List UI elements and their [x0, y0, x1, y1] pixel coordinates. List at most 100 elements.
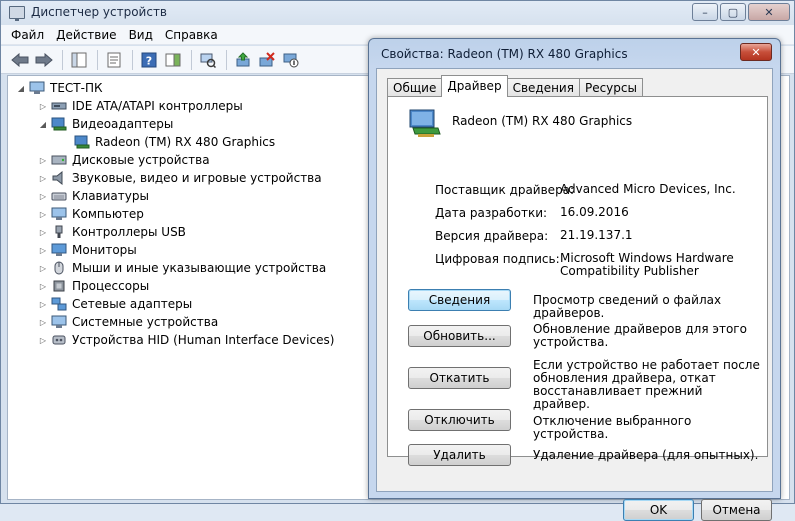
expand-arrow-icon[interactable]: ▷: [38, 228, 48, 237]
network-icon: [51, 297, 67, 311]
computer-icon: [51, 207, 67, 221]
show-hide-console-tree-icon[interactable]: [68, 49, 90, 71]
driver-tab-panel: Radeon (TM) RX 480 Graphics Поставщик др…: [387, 96, 768, 466]
expand-arrow-icon[interactable]: ▷: [38, 282, 48, 291]
expand-arrow-icon[interactable]: ▷: [38, 336, 48, 345]
uninstall-driver-button[interactable]: Удалить: [408, 444, 511, 466]
tree-item-display-adapters[interactable]: ◢ Видеоадаптеры: [38, 115, 173, 133]
provider-value: Advanced Micro Devices, Inc.: [560, 182, 736, 196]
tree-item-system-devices[interactable]: ▷ Системные устройства: [38, 313, 218, 331]
tree-item-monitors[interactable]: ▷ Мониторы: [38, 241, 137, 259]
tree-item-label: Контроллеры USB: [72, 225, 186, 239]
tree-item-label: Radeon (TM) RX 480 Graphics: [95, 135, 276, 149]
mouse-icon: [51, 261, 67, 275]
toolbar-separator: [226, 49, 227, 70]
version-value: 21.19.137.1: [560, 228, 633, 242]
maximize-button[interactable]: ▢: [720, 3, 746, 21]
roll-back-driver-desc: Если устройство не работает после обновл…: [533, 358, 760, 411]
tree-item-label: Мониторы: [72, 243, 137, 257]
computer-icon: [29, 81, 45, 95]
close-button[interactable]: ✕: [748, 3, 790, 21]
tree-item-ide[interactable]: ▷ IDE ATA/ATAPI контроллеры: [38, 97, 243, 115]
tree-item-label: Процессоры: [72, 279, 150, 293]
roll-back-driver-button[interactable]: Откатить: [408, 367, 511, 389]
driver-details-button[interactable]: Сведения: [408, 289, 511, 311]
disable-device-button[interactable]: Отключить: [408, 409, 511, 431]
display-adapter-icon: [74, 135, 90, 149]
expand-arrow-icon[interactable]: ▷: [38, 156, 48, 165]
tree-item-mice[interactable]: ▷ Мыши и иные указывающие устройства: [38, 259, 326, 277]
tree-item-radeon[interactable]: Radeon (TM) RX 480 Graphics: [74, 133, 275, 151]
back-arrow-icon[interactable]: [9, 49, 31, 71]
properties-icon[interactable]: [103, 49, 125, 71]
expand-arrow-icon[interactable]: ▷: [38, 210, 48, 219]
tree-item-hid[interactable]: ▷ Устройства HID (Human Interface Device…: [38, 331, 334, 349]
toolbar-separator: [132, 49, 133, 70]
collapse-arrow-icon[interactable]: ◢: [38, 120, 48, 129]
tree-item-processors[interactable]: ▷ Процессоры: [38, 277, 149, 295]
toolbar-separator: [191, 49, 192, 70]
tree-item-label: Клавиатуры: [72, 189, 149, 203]
minimize-button[interactable]: –: [692, 3, 718, 21]
tab-resources[interactable]: Ресурсы: [578, 78, 643, 97]
disable-device-icon[interactable]: [280, 49, 302, 71]
expand-arrow-icon[interactable]: ▷: [38, 174, 48, 183]
tree-item-sound[interactable]: ▷ Звуковые, видео и игровые устройства: [38, 169, 322, 187]
usb-icon: [51, 225, 67, 239]
tab-details[interactable]: Сведения: [506, 78, 580, 97]
provider-label: Поставщик драйвера:: [435, 183, 575, 197]
menu-help[interactable]: Справка: [165, 28, 218, 42]
tree-item-keyboards[interactable]: ▷ Клавиатуры: [38, 187, 149, 205]
window-controls: – ▢ ✕: [690, 3, 790, 21]
ok-button[interactable]: OK: [623, 499, 694, 521]
menu-action[interactable]: Действие: [56, 28, 116, 42]
tree-root[interactable]: ◢ ТЕСТ-ПК: [16, 79, 103, 97]
uninstall-device-icon[interactable]: [256, 49, 278, 71]
tree-item-label: Видеоадаптеры: [72, 117, 174, 131]
tree-item-label: Устройства HID (Human Interface Devices): [72, 333, 335, 347]
expand-arrow-icon[interactable]: ▷: [38, 102, 48, 111]
toolbar-separator: [62, 49, 63, 70]
action-pane-icon[interactable]: [162, 49, 184, 71]
title-bar: Диспетчер устройств – ▢ ✕: [1, 1, 794, 25]
tree-item-disk-drives[interactable]: ▷ Дисковые устройства: [38, 151, 210, 169]
tab-driver[interactable]: Драйвер: [441, 75, 508, 97]
tree-item-computer[interactable]: ▷ Компьютер: [38, 205, 144, 223]
processor-icon: [51, 279, 67, 293]
date-label: Дата разработки:: [435, 206, 548, 220]
properties-dialog: Свойства: Radeon (TM) RX 480 Graphics ✕ …: [368, 38, 781, 521]
dialog-close-button[interactable]: ✕: [740, 43, 772, 61]
disable-device-desc: Отключение выбранного устройства.: [533, 414, 692, 441]
tree-item-network[interactable]: ▷ Сетевые адаптеры: [38, 295, 192, 313]
dialog-body: Общие Драйвер Сведения Ресурсы Radeon (T…: [376, 68, 773, 521]
cancel-button[interactable]: Отмена: [701, 499, 772, 521]
ide-controller-icon: [51, 99, 67, 113]
collapse-arrow-icon[interactable]: ◢: [16, 84, 26, 93]
update-driver-icon[interactable]: [232, 49, 254, 71]
keyboard-icon: [51, 189, 67, 203]
hid-icon: [51, 333, 67, 347]
expand-arrow-icon[interactable]: ▷: [38, 318, 48, 327]
date-value: 16.09.2016: [560, 205, 629, 219]
tree-item-usb[interactable]: ▷ Контроллеры USB: [38, 223, 186, 241]
expand-arrow-icon[interactable]: ▷: [38, 264, 48, 273]
uninstall-driver-desc: Удаление драйвера (для опытных).: [533, 448, 759, 462]
version-label: Версия драйвера:: [435, 229, 549, 243]
scan-hardware-icon[interactable]: [197, 49, 219, 71]
expand-arrow-icon[interactable]: ▷: [38, 300, 48, 309]
menu-view[interactable]: Вид: [129, 28, 153, 42]
help-icon[interactable]: ?: [138, 49, 160, 71]
device-manager-icon: [9, 6, 25, 21]
svg-text:?: ?: [146, 54, 152, 67]
forward-arrow-icon[interactable]: [33, 49, 55, 71]
update-driver-button[interactable]: Обновить...: [408, 325, 511, 347]
signer-value: Microsoft Windows Hardware Compatibility…: [560, 251, 734, 278]
expand-arrow-icon[interactable]: ▷: [38, 246, 48, 255]
tab-general[interactable]: Общие: [387, 78, 443, 97]
signer-label: Цифровая подпись:: [435, 252, 560, 266]
tree-item-label: IDE ATA/ATAPI контроллеры: [72, 99, 243, 113]
update-driver-desc: Обновление драйверов для этого устройств…: [533, 322, 747, 349]
tree-item-label: Звуковые, видео и игровые устройства: [72, 171, 322, 185]
expand-arrow-icon[interactable]: ▷: [38, 192, 48, 201]
menu-file[interactable]: Файл: [11, 28, 44, 42]
